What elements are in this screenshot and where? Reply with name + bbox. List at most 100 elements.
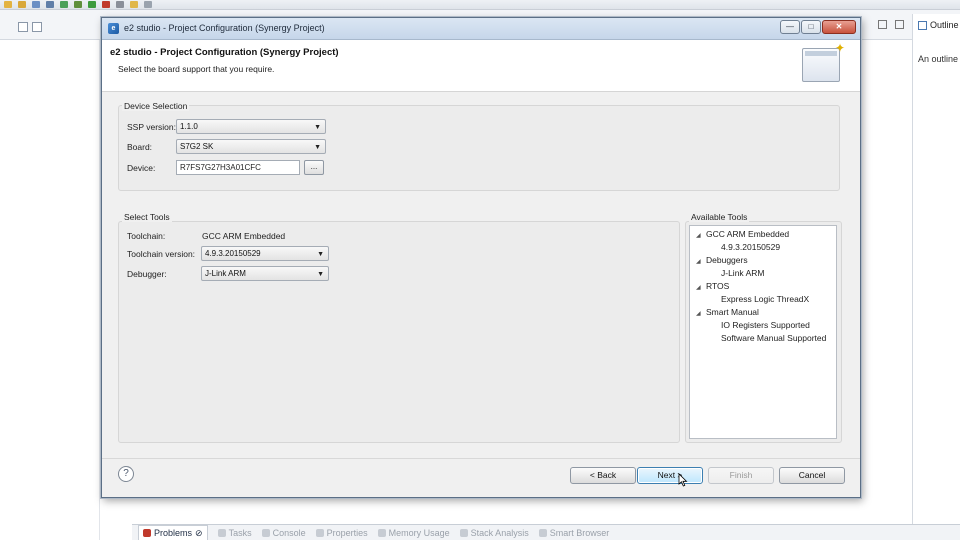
ssp-version-label: SSP version: [127, 122, 176, 132]
expanded-triangle-icon[interactable]: ◢ [696, 232, 706, 239]
close-button[interactable]: ✕ [822, 20, 856, 34]
problems-icon [143, 529, 151, 537]
next-button[interactable]: Next > [637, 467, 703, 484]
minimize-button[interactable]: — [780, 20, 800, 34]
link-editor-icon[interactable] [32, 22, 42, 32]
device-browse-button[interactable]: ... [304, 160, 324, 175]
toolbar-c-icon[interactable] [46, 1, 54, 8]
tree-leaf-gcc-version[interactable]: 4.9.3.20150529 [721, 242, 780, 252]
tab-smart-browser[interactable]: Smart Browser [538, 528, 609, 538]
tree-node-debuggers[interactable]: ◢ Debuggers [696, 255, 748, 265]
chevron-down-icon: ▼ [317, 251, 324, 258]
project-explorer-pane [0, 40, 100, 540]
board-value: S7G2 SK [180, 142, 214, 151]
toolbar-refresh-icon[interactable] [60, 1, 68, 8]
chevron-down-icon: ▼ [317, 271, 324, 278]
ssp-version-value: 1.1.0 [180, 122, 198, 131]
chevron-down-icon: ▼ [314, 124, 321, 131]
toolchain-version-value: 4.9.3.20150529 [205, 249, 261, 258]
console-icon [261, 528, 270, 537]
tab-problems[interactable]: Problems ⊘ [138, 525, 208, 540]
editor-view-controls [878, 20, 904, 29]
outline-pane [912, 14, 960, 524]
tab-problems-close-icon[interactable]: ⊘ [195, 528, 203, 539]
outline-icon [918, 20, 927, 30]
expanded-triangle-icon[interactable]: ◢ [696, 310, 706, 317]
toolbar-search-icon[interactable] [130, 1, 138, 8]
toolbar-tools-icon[interactable] [116, 1, 124, 8]
toolchain-version-label: Toolchain version: [127, 249, 196, 259]
outline-tab[interactable]: Outline [918, 20, 959, 30]
tab-problems-label: Problems [154, 528, 193, 538]
tab-stack-analysis-label: Stack Analysis [470, 527, 529, 538]
bottom-tab-bar: Problems ⊘ Tasks Console Properties Memo… [132, 524, 960, 540]
finish-button: Finish [708, 467, 774, 484]
cancel-button[interactable]: Cancel [779, 467, 845, 484]
expanded-triangle-icon[interactable]: ◢ [696, 258, 706, 265]
tab-tasks[interactable]: Tasks [217, 527, 252, 538]
tab-properties[interactable]: Properties [315, 527, 368, 538]
select-tools-label: Select Tools [122, 212, 172, 222]
back-button[interactable]: < Back [570, 467, 636, 484]
tree-leaf-io-registers[interactable]: IO Registers Supported [721, 320, 810, 330]
dialog-titlebar[interactable]: e e2 studio - Project Configuration (Syn… [102, 18, 860, 40]
ssp-version-select[interactable]: 1.1.0 ▼ [176, 119, 326, 134]
maximize-view-icon[interactable] [895, 20, 904, 29]
tree-node-label: GCC ARM Embedded [706, 229, 790, 239]
toolchain-label: Toolchain: [127, 231, 166, 241]
outline-tab-label: Outline [930, 20, 959, 30]
tab-properties-label: Properties [326, 527, 368, 538]
tree-leaf-software-manual[interactable]: Software Manual Supported [721, 333, 826, 343]
maximize-button[interactable]: □ [801, 20, 821, 34]
toolbar-new-icon[interactable] [32, 1, 40, 8]
outline-message: An outline [918, 54, 959, 64]
toolchain-version-select[interactable]: 4.9.3.20150529 ▼ [201, 246, 329, 261]
wizard-description: Select the board support that you requir… [118, 64, 275, 74]
device-field[interactable]: R7FS7G27H3A01CFC [176, 160, 300, 175]
tab-memory-usage[interactable]: Memory Usage [377, 527, 450, 538]
tab-console[interactable]: Console [261, 527, 306, 538]
available-tools-tree[interactable]: ◢ GCC ARM Embedded 4.9.3.20150529 ◢ Debugg… [689, 225, 837, 439]
device-selection-label: Device Selection [122, 101, 190, 111]
toolbar-folder-icon[interactable] [18, 1, 26, 8]
smart-browser-icon [538, 528, 547, 537]
board-label: Board: [127, 142, 153, 152]
tree-node-rtos[interactable]: ◢ RTOS [696, 281, 729, 291]
tree-node-gcc[interactable]: ◢ GCC ARM Embedded [696, 229, 789, 239]
tree-leaf-jlink[interactable]: J-Link ARM [721, 268, 764, 278]
tree-node-label: Debuggers [706, 255, 748, 265]
wizard-title: e2 studio - Project Configuration (Syner… [110, 47, 339, 58]
toolbar-debug-icon[interactable] [74, 1, 82, 8]
minimize-view-icon[interactable] [878, 20, 887, 29]
board-select[interactable]: S7G2 SK ▼ [176, 139, 326, 154]
tree-leaf-threadx[interactable]: Express Logic ThreadX [721, 294, 809, 304]
collapse-all-icon[interactable] [18, 22, 28, 32]
expanded-triangle-icon[interactable]: ◢ [696, 284, 706, 291]
tab-memory-usage-label: Memory Usage [388, 527, 450, 538]
toolbar-external-icon[interactable] [102, 1, 110, 8]
chevron-down-icon: ▼ [314, 144, 321, 151]
properties-icon [315, 528, 324, 537]
window-controls: — □ ✕ [780, 20, 856, 34]
available-tools-label: Available Tools [689, 212, 750, 222]
toolbar-nav-icon[interactable] [144, 1, 152, 8]
tab-stack-analysis[interactable]: Stack Analysis [459, 527, 529, 538]
stack-analysis-icon [459, 528, 468, 537]
tree-node-label: Smart Manual [706, 307, 759, 317]
tasks-icon [217, 528, 226, 537]
memory-usage-icon [377, 528, 386, 537]
wizard-header: e2 studio - Project Configuration (Syner… [102, 40, 860, 92]
toolbar-edit-icon[interactable] [4, 1, 12, 8]
left-view-controls [18, 22, 42, 32]
tree-node-smart-manual[interactable]: ◢ Smart Manual [696, 307, 759, 317]
tab-console-label: Console [272, 527, 306, 538]
ide-main-toolbar [0, 0, 960, 10]
help-button[interactable]: ? [118, 466, 134, 482]
tab-tasks-label: Tasks [228, 527, 252, 538]
debugger-select[interactable]: J-Link ARM ▼ [201, 266, 329, 281]
wizard-banner-icon: ✦ [802, 41, 845, 82]
toolbar-run-icon[interactable] [88, 1, 96, 8]
debugger-value: J-Link ARM [205, 269, 246, 278]
debugger-label: Debugger: [127, 269, 167, 279]
device-label: Device: [127, 163, 156, 173]
